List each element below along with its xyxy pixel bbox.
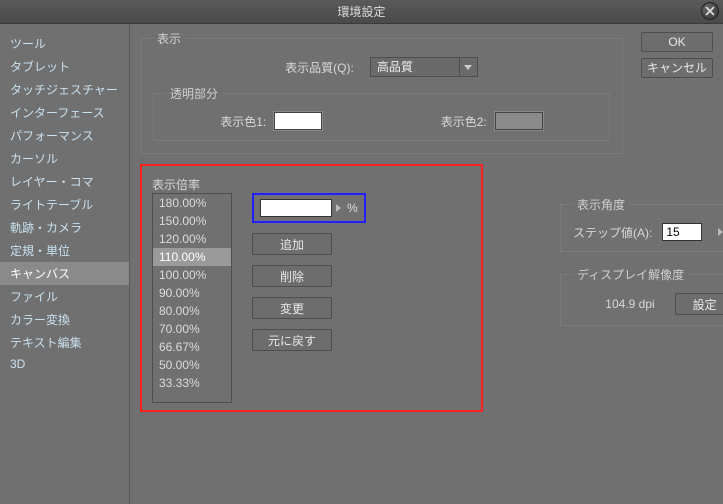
close-icon <box>705 6 715 16</box>
quality-combo[interactable]: 高品質 <box>370 57 478 77</box>
sidebar-item-10[interactable]: キャンバス <box>0 262 129 285</box>
zoom-list-item[interactable]: 80.00% <box>153 302 231 320</box>
close-button[interactable] <box>701 2 719 20</box>
sidebar-item-8[interactable]: 軌跡・カメラ <box>0 216 129 239</box>
sidebar-item-3[interactable]: インターフェース <box>0 101 129 124</box>
display-legend: 表示 <box>153 30 185 47</box>
sidebar-item-12[interactable]: カラー変換 <box>0 308 129 331</box>
settings-panel: OK キャンセル 表示 表示品質(Q): 高品質 透明部分 表示色1: <box>130 24 723 504</box>
angle-step-label: ステップ値(A): <box>573 224 652 241</box>
transparency-group: 透明部分 表示色1: 表示色2: <box>153 85 610 141</box>
quality-label: 表示品質(Q): <box>285 59 354 76</box>
zoom-list-item[interactable]: 100.00% <box>153 266 231 284</box>
angle-group: 表示角度 ステップ値(A): ° <box>560 196 723 252</box>
zoom-list-item[interactable]: 180.00% <box>153 194 231 212</box>
color2-label: 表示色2: <box>441 113 487 130</box>
sidebar-item-14[interactable]: 3D <box>0 354 129 374</box>
chevron-down-icon <box>464 65 472 70</box>
zoom-list-item[interactable]: 120.00% <box>153 230 231 248</box>
zoom-list-item[interactable]: 110.00% <box>153 248 231 266</box>
sidebar-item-9[interactable]: 定規・単位 <box>0 239 129 262</box>
zoom-listbox[interactable]: 180.00%150.00%120.00%110.00%100.00%90.00… <box>152 193 232 403</box>
zoom-add-button[interactable]: 追加 <box>252 233 332 255</box>
zoom-input-highlight: % <box>252 193 366 223</box>
zoom-delete-button[interactable]: 削除 <box>252 265 332 287</box>
dpi-value: 104.9 dpi <box>605 297 654 311</box>
sidebar-item-0[interactable]: ツール <box>0 32 129 55</box>
zoom-list-item[interactable]: 90.00% <box>153 284 231 302</box>
sidebar-item-2[interactable]: タッチジェスチャー <box>0 78 129 101</box>
zoom-list-item[interactable]: 70.00% <box>153 320 231 338</box>
sidebar-item-5[interactable]: カーソル <box>0 147 129 170</box>
color2-swatch[interactable] <box>495 112 543 130</box>
transparency-legend: 透明部分 <box>166 85 222 102</box>
angle-spinner-icon[interactable] <box>718 228 723 236</box>
zoom-list-item[interactable]: 33.33% <box>153 374 231 392</box>
zoom-value-input[interactable] <box>260 199 332 217</box>
zoom-reset-button[interactable]: 元に戻す <box>252 329 332 351</box>
color1-swatch[interactable] <box>274 112 322 130</box>
zoom-unit: % <box>347 201 358 215</box>
spinner-icon[interactable] <box>336 204 341 212</box>
zoom-change-button[interactable]: 変更 <box>252 297 332 319</box>
sidebar-item-13[interactable]: テキスト編集 <box>0 331 129 354</box>
dpi-settings-button[interactable]: 設定 <box>675 293 723 315</box>
zoom-list-item[interactable]: 150.00% <box>153 212 231 230</box>
quality-value: 高品質 <box>370 57 460 77</box>
zoom-group-highlight: 表示倍率 180.00%150.00%120.00%110.00%100.00%… <box>140 164 483 412</box>
category-sidebar: ツールタブレットタッチジェスチャーインターフェースパフォーマンスカーソルレイヤー… <box>0 24 130 504</box>
sidebar-item-6[interactable]: レイヤー・コマ <box>0 170 129 193</box>
window-title: 環境設定 <box>337 3 385 20</box>
angle-legend: 表示角度 <box>573 196 629 213</box>
zoom-list-item[interactable]: 50.00% <box>153 356 231 374</box>
ok-button[interactable]: OK <box>641 32 713 52</box>
sidebar-item-11[interactable]: ファイル <box>0 285 129 308</box>
cancel-button[interactable]: キャンセル <box>641 58 713 78</box>
display-group: 表示 表示品質(Q): 高品質 透明部分 表示色1: 表示色2: <box>140 30 623 154</box>
dpi-group: ディスプレイ解像度 104.9 dpi 設定 <box>560 266 723 326</box>
sidebar-item-1[interactable]: タブレット <box>0 55 129 78</box>
color1-label: 表示色1: <box>220 113 266 130</box>
angle-step-input[interactable] <box>662 223 702 241</box>
quality-dropdown-button[interactable] <box>460 57 478 77</box>
zoom-legend: 表示倍率 <box>152 178 200 192</box>
sidebar-item-4[interactable]: パフォーマンス <box>0 124 129 147</box>
sidebar-item-7[interactable]: ライトテーブル <box>0 193 129 216</box>
title-bar: 環境設定 <box>0 0 723 24</box>
dpi-legend: ディスプレイ解像度 <box>573 266 688 283</box>
zoom-list-item[interactable]: 66.67% <box>153 338 231 356</box>
